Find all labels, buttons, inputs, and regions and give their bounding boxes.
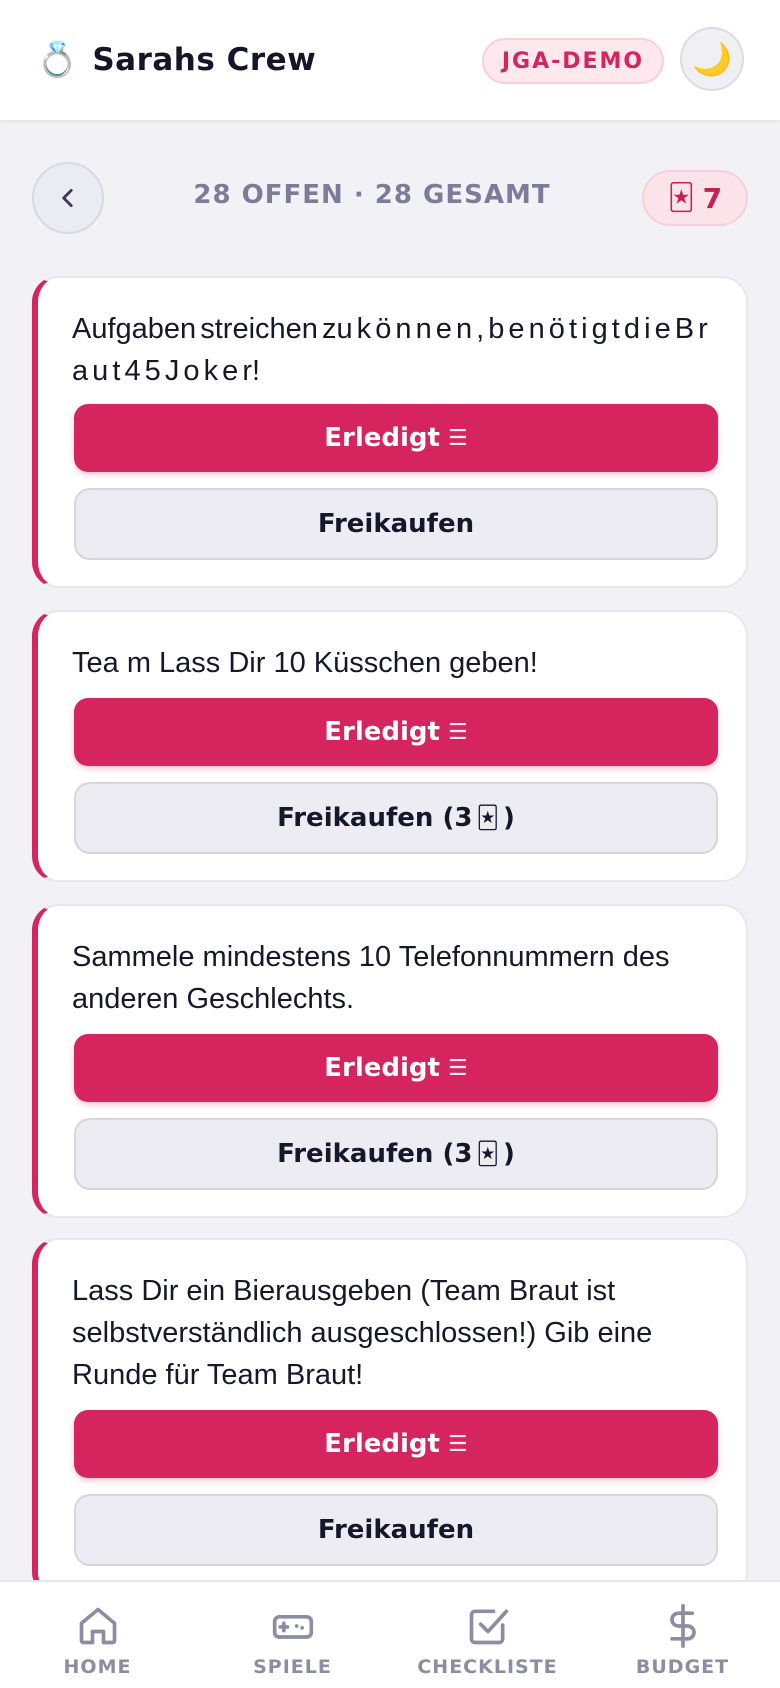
buyout-button-label: Freikaufen	[317, 1515, 475, 1545]
done-button-label: Erledigt	[324, 423, 440, 453]
done-button-label: Erledigt	[324, 717, 440, 747]
task-card: Sammele mindestens 10 Telefonnummern des…	[32, 904, 748, 1218]
nav-item-checklist[interactable]: CHECKLISTE	[390, 1582, 585, 1688]
done-button[interactable]: Erledigt ☰	[74, 698, 718, 766]
theme-toggle-button[interactable]: 🌙	[680, 27, 744, 91]
list-icon: ☰	[447, 1055, 468, 1081]
joker-count-badge[interactable]: 🃏 7	[642, 170, 748, 226]
nav-label-home: HOME	[63, 1656, 132, 1678]
task-text: Sammele mindestens 10 Telefonnummern des…	[72, 941, 670, 1015]
done-button-label: Erledigt	[324, 1429, 440, 1459]
joker-icon: 🃏	[667, 183, 695, 213]
buyout-cost-close: )	[502, 803, 515, 833]
task-card: Lass Dir ein Bierausgeben (Team Braut is…	[32, 1238, 748, 1598]
buyout-button[interactable]: Freikaufen (3 🃏 )	[74, 1118, 718, 1190]
app-title: Sarahs Crew	[92, 42, 317, 78]
joker-icon: 🃏	[476, 805, 499, 831]
done-button[interactable]: Erledigt ☰	[74, 1410, 718, 1478]
task-card: Tea m Lass Dir 10 Küsschen geben! Erledi…	[32, 610, 748, 882]
buyout-button[interactable]: Freikaufen	[74, 488, 718, 560]
buyout-cost-close: )	[502, 1139, 515, 1169]
gamepad-icon	[272, 1615, 313, 1639]
dollar-icon	[669, 1604, 696, 1648]
buyout-button[interactable]: Freikaufen	[74, 1494, 718, 1566]
task-text: Lass Dir ein Bierausgeben (Team Braut is…	[72, 1275, 653, 1391]
moon-icon: 🌙	[692, 40, 732, 78]
list-icon: ☰	[447, 425, 468, 451]
nav-item-home[interactable]: HOME	[0, 1582, 195, 1688]
nav-label-budget: BUDGET	[635, 1656, 730, 1678]
joker-icon: 🃏	[476, 1141, 499, 1167]
nav-label-games: SPIELE	[253, 1656, 332, 1678]
demo-badge[interactable]: JGA-DEMO	[482, 38, 664, 84]
home-icon	[79, 1607, 116, 1645]
bottom-nav: HOME SPIELE CHECKLISTE BUDGET	[0, 1580, 780, 1688]
buyout-button-label: Freikaufen (3	[277, 803, 473, 833]
task-card: Aufgaben streichen zu k ö n n e n , b e …	[32, 276, 748, 588]
list-icon: ☰	[447, 1431, 468, 1457]
nav-item-budget[interactable]: BUDGET	[585, 1582, 780, 1688]
task-text: Tea m Lass Dir 10 Küsschen geben!	[72, 647, 538, 679]
task-count-label: 28 OFFEN · 28 GESAMT	[193, 180, 551, 210]
buyout-button[interactable]: Freikaufen (3 🃏 )	[74, 782, 718, 854]
done-button-label: Erledigt	[324, 1053, 440, 1083]
nav-label-checklist: CHECKLISTE	[417, 1656, 558, 1678]
buyout-button-label: Freikaufen (3	[277, 1139, 473, 1169]
checkbox-icon	[469, 1609, 508, 1645]
chevron-left-icon	[62, 189, 73, 207]
back-button[interactable]	[32, 162, 104, 234]
ring-icon: 💍	[36, 40, 79, 80]
list-icon: ☰	[447, 719, 468, 745]
done-button[interactable]: Erledigt ☰	[74, 404, 718, 472]
buyout-button-label: Freikaufen	[317, 509, 475, 539]
app-header: 💍 Sarahs Crew JGA-DEMO 🌙	[0, 0, 780, 120]
done-button[interactable]: Erledigt ☰	[74, 1034, 718, 1102]
nav-item-games[interactable]: SPIELE	[195, 1582, 390, 1688]
joker-count: 7	[702, 181, 723, 215]
task-text: Aufgaben streichen zu k ö n n e n , b e …	[72, 313, 708, 387]
